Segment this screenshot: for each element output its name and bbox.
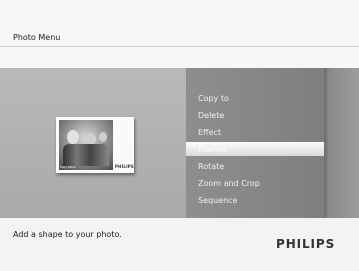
header: Photo Menu [0, 0, 359, 68]
photo-image [59, 120, 113, 170]
photo-menu-panel: Copy to Delete Effect Frames Rotate Zoom… [186, 68, 324, 218]
menu-item-zoom-and-crop[interactable]: Zoom and Crop [198, 179, 260, 188]
submenu-edge-panel [324, 68, 359, 218]
menu-item-sequence[interactable]: Sequence [198, 196, 237, 205]
thumbnail-caption: Every future [60, 166, 76, 169]
page-title: Photo Menu [13, 33, 61, 42]
help-text: Add a shape to your photo. [13, 230, 122, 239]
photo-frame-screen: Photo Menu Every future PHILIPS Copy to … [0, 0, 359, 271]
menu-item-delete[interactable]: Delete [198, 111, 224, 120]
brand-logo: PHILIPS [276, 237, 336, 251]
photo-thumbnail: Every future PHILIPS [56, 117, 134, 173]
menu-item-frames[interactable]: Frames [186, 142, 324, 156]
menu-item-frames-label: Frames [198, 145, 228, 154]
menu-item-effect[interactable]: Effect [198, 128, 221, 137]
menu-item-rotate[interactable]: Rotate [198, 162, 224, 171]
thumbnail-brand-logo: PHILIPS [115, 164, 135, 169]
header-divider [0, 46, 359, 47]
menu-item-copy-to[interactable]: Copy to [198, 94, 229, 103]
